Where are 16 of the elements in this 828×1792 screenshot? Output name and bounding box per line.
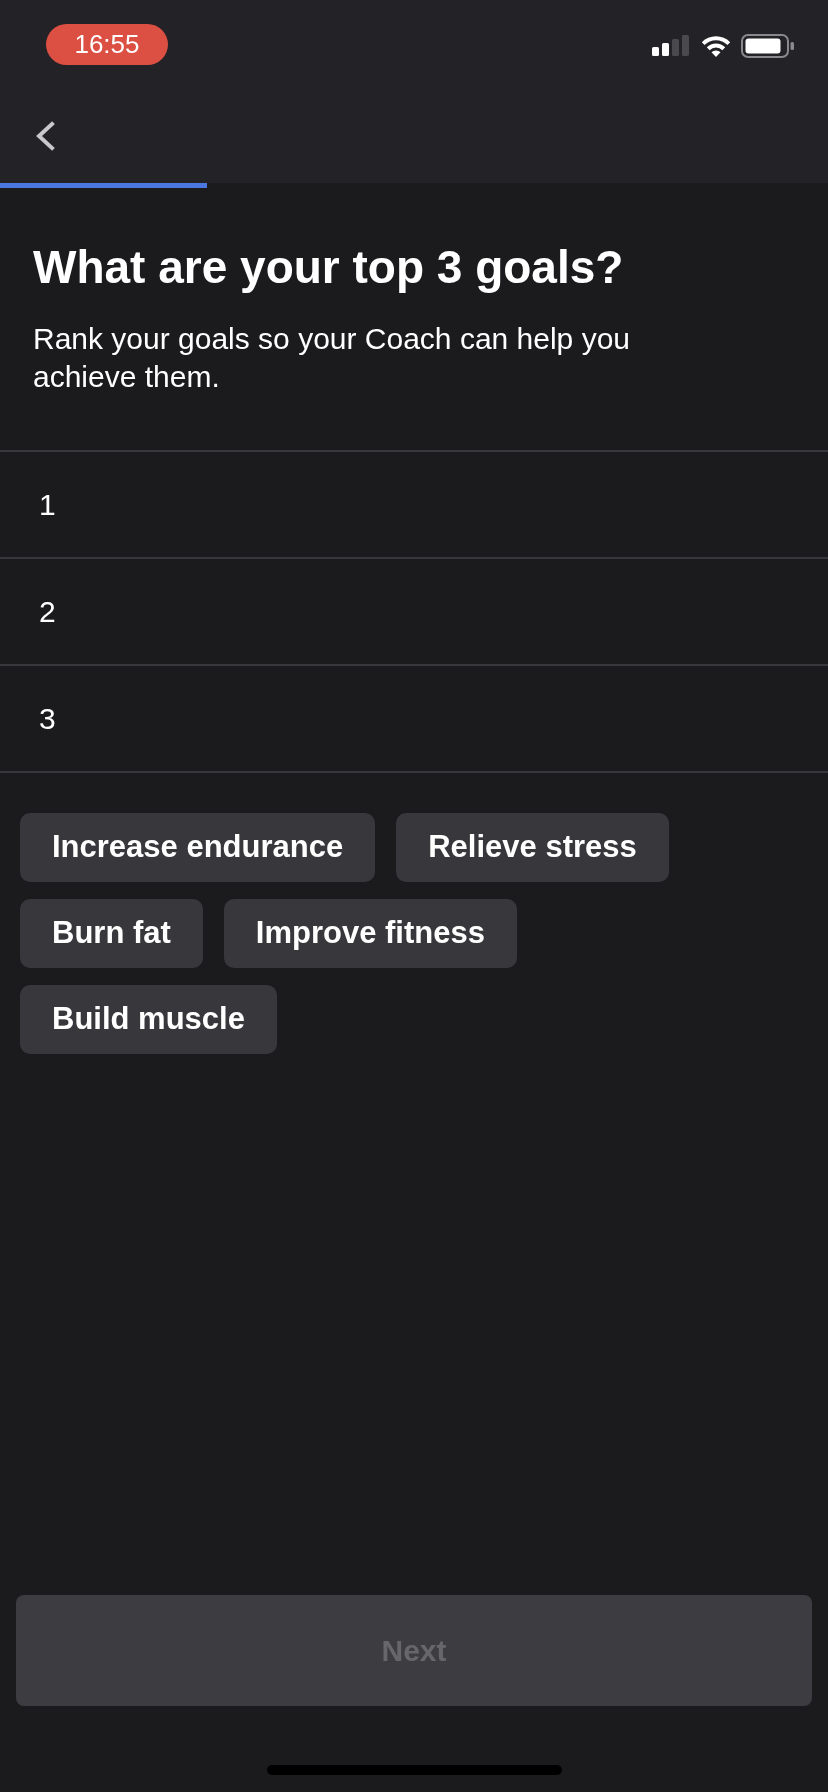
status-time: 16:55 [46, 23, 168, 65]
question-subtitle: Rank your goals so your Coach can help you achieve them. [33, 321, 631, 395]
goal-chip[interactable]: Increase endurance [20, 813, 376, 882]
back-button[interactable] [34, 120, 56, 151]
goal-chip[interactable]: Burn fat [20, 899, 203, 968]
chevron-left-icon [34, 120, 56, 151]
rank-number: 2 [39, 594, 56, 630]
goal-chip[interactable]: Improve fitness [223, 899, 517, 968]
battery-icon [741, 33, 794, 58]
goal-chip[interactable]: Relieve stress [396, 813, 669, 882]
signal-icon [652, 35, 691, 56]
rank-number: 3 [39, 701, 56, 737]
question-title: What are your top 3 goals? [33, 241, 625, 293]
wifi-icon [700, 34, 732, 57]
goal-chip[interactable]: Build muscle [20, 985, 277, 1054]
rank-number: 1 [39, 487, 56, 523]
